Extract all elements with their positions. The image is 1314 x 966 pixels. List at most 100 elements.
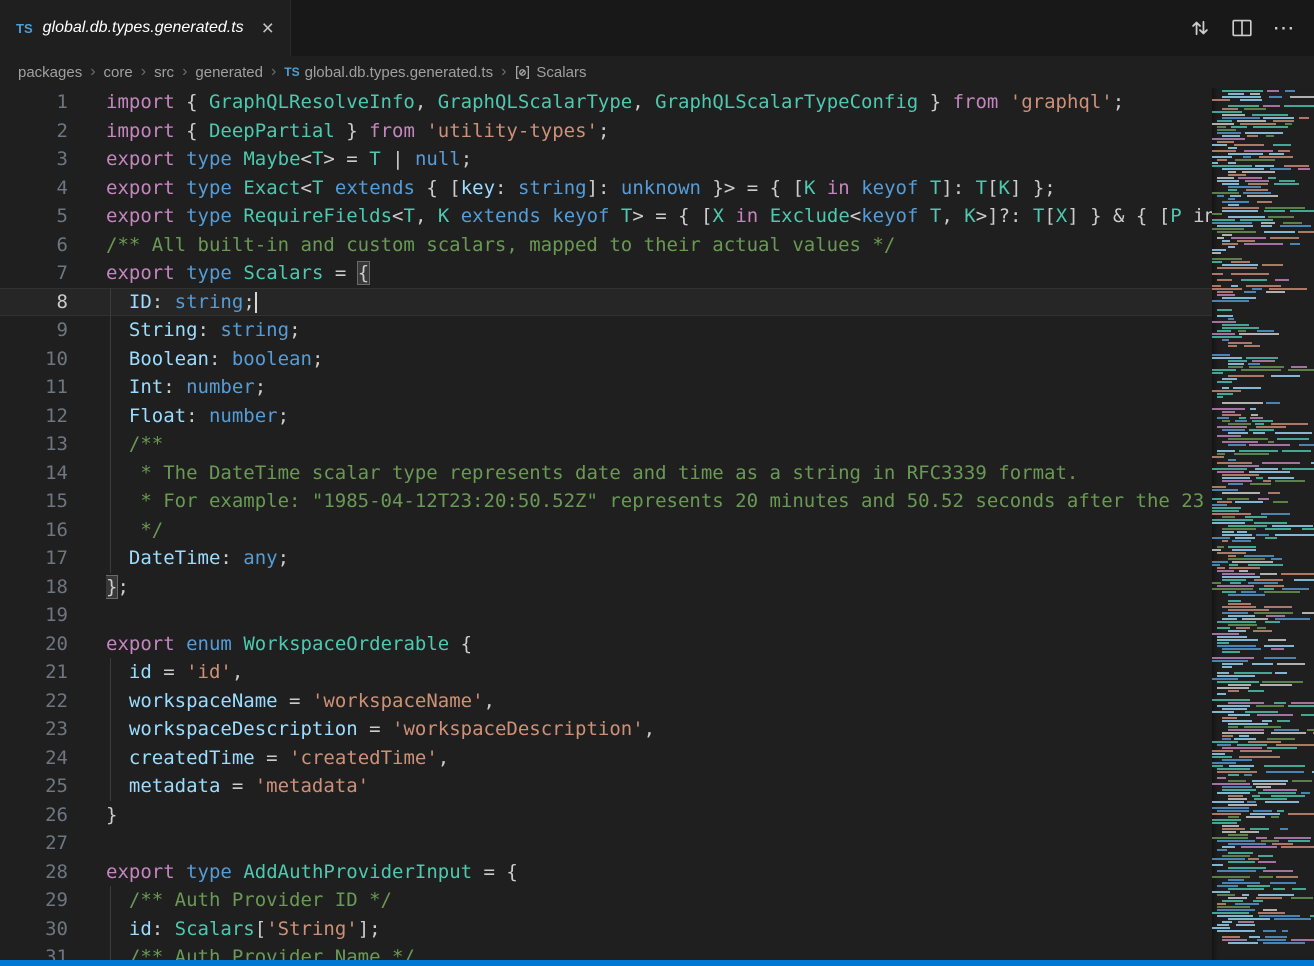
line-number[interactable]: 24	[0, 744, 68, 773]
minimap-line	[1212, 93, 1314, 95]
minimap-line	[1212, 123, 1314, 125]
line-number[interactable]: 2	[0, 117, 68, 146]
code-token	[609, 205, 620, 227]
line-number[interactable]: 31	[0, 943, 68, 960]
code-line[interactable]: 29 /** Auth Provider ID */	[0, 886, 1212, 915]
breadcrumb-item-scalars[interactable]: Scalars	[514, 64, 586, 81]
line-number[interactable]: 1	[0, 88, 68, 117]
code-line[interactable]: 7export type Scalars = {	[0, 259, 1212, 288]
line-number[interactable]: 22	[0, 687, 68, 716]
line-number[interactable]: 25	[0, 772, 68, 801]
minimap-line	[1212, 717, 1314, 719]
line-number[interactable]: 6	[0, 231, 68, 260]
line-number[interactable]: 16	[0, 516, 68, 545]
line-number[interactable]: 20	[0, 630, 68, 659]
code-token: T	[621, 205, 632, 227]
line-number[interactable]: 10	[0, 345, 68, 374]
code-line[interactable]: 11 Int: number;	[0, 373, 1212, 402]
editor-actions: ⋯	[1184, 0, 1314, 56]
code-token: /** All built-in and custom scalars, map…	[106, 234, 895, 256]
code-line[interactable]: 13 /**	[0, 430, 1212, 459]
compare-changes-icon[interactable]	[1184, 12, 1216, 44]
minimap-line	[1212, 879, 1314, 881]
line-number[interactable]: 19	[0, 601, 68, 630]
line-number[interactable]: 27	[0, 829, 68, 858]
code-line[interactable]: 22 workspaceName = 'workspaceName',	[0, 687, 1212, 716]
code-editor[interactable]: 1import { GraphQLResolveInfo, GraphQLSca…	[0, 88, 1212, 960]
line-number[interactable]: 3	[0, 145, 68, 174]
code-token: :	[152, 291, 175, 313]
minimap-line	[1212, 513, 1314, 515]
tab-global-db-types-generated-ts[interactable]: TS global.db.types.generated.ts ×	[0, 0, 291, 56]
minimap-line	[1212, 498, 1314, 500]
code-line[interactable]: 2import { DeepPartial } from 'utility-ty…	[0, 117, 1212, 146]
line-number[interactable]: 23	[0, 715, 68, 744]
line-number[interactable]: 8	[0, 288, 68, 317]
code-line[interactable]: 3export type Maybe<T> = T | null;	[0, 145, 1212, 174]
line-number[interactable]: 15	[0, 487, 68, 516]
line-number[interactable]: 29	[0, 886, 68, 915]
minimap-line	[1212, 747, 1314, 749]
line-number[interactable]: 26	[0, 801, 68, 830]
breadcrumb-item-packages[interactable]: packages	[18, 64, 82, 81]
line-number[interactable]: 9	[0, 316, 68, 345]
minimap-line	[1212, 714, 1314, 716]
code-line[interactable]: 14 * The DateTime scalar type represents…	[0, 459, 1212, 488]
code-line[interactable]: 4export type Exact<T extends { [key: str…	[0, 174, 1212, 203]
indent-guide	[110, 886, 111, 915]
code-token: 'graphql'	[1010, 91, 1113, 113]
code-line[interactable]: 15 * For example: "1985-04-12T23:20:50.5…	[0, 487, 1212, 516]
line-number[interactable]: 5	[0, 202, 68, 231]
code-token: number	[209, 405, 278, 427]
code-line[interactable]: 1import { GraphQLResolveInfo, GraphQLSca…	[0, 88, 1212, 117]
line-number[interactable]: 28	[0, 858, 68, 887]
code-line[interactable]: 6 /** All built-in and custom scalars, ma…	[0, 231, 1212, 260]
minimap-line	[1212, 798, 1314, 800]
code-line[interactable]: 18};	[0, 573, 1212, 602]
breadcrumb-separator: ›	[182, 63, 187, 81]
code-line[interactable]: 12 Float: number;	[0, 402, 1212, 431]
minimap-line	[1212, 729, 1314, 731]
breadcrumb-item-src[interactable]: src	[154, 64, 174, 81]
line-number[interactable]: 7	[0, 259, 68, 288]
line-number[interactable]: 21	[0, 658, 68, 687]
code-token: ]:	[587, 177, 621, 199]
breadcrumb-item-generated[interactable]: generated	[195, 64, 263, 81]
code-line[interactable]: 23 workspaceDescription = 'workspaceDesc…	[0, 715, 1212, 744]
code-line[interactable]: 10 Boolean: boolean;	[0, 345, 1212, 374]
breadcrumb[interactable]: packages›core›src›generated›TSglobal.db.…	[0, 56, 1314, 88]
code-line[interactable]: 19	[0, 601, 1212, 630]
code-line[interactable]: 5export type RequireFields<T, K extends …	[0, 202, 1212, 231]
code-line[interactable]: 21 id = 'id',	[0, 658, 1212, 687]
code-line[interactable]: 31 /** Auth Provider Name */	[0, 943, 1212, 960]
line-number[interactable]: 14	[0, 459, 68, 488]
code-line[interactable]: 28export type AddAuthProviderInput = {	[0, 858, 1212, 887]
line-number[interactable]: 13	[0, 430, 68, 459]
code-line[interactable]: 25 metadata = 'metadata'	[0, 772, 1212, 801]
line-number[interactable]: 11	[0, 373, 68, 402]
code-line[interactable]: 17 DateTime: any;	[0, 544, 1212, 573]
code-line[interactable]: 30 id: Scalars['String'];	[0, 915, 1212, 944]
line-number[interactable]: 18	[0, 573, 68, 602]
minimap-line	[1212, 282, 1314, 284]
code-line[interactable]: 16 */	[0, 516, 1212, 545]
minimap-line	[1212, 528, 1314, 530]
line-number[interactable]: 30	[0, 915, 68, 944]
code-token	[232, 205, 243, 227]
code-line[interactable]: 9 String: string;	[0, 316, 1212, 345]
line-number[interactable]: 17	[0, 544, 68, 573]
tab-close-icon[interactable]: ×	[262, 18, 274, 39]
code-line[interactable]: 24 createdTime = 'createdTime',	[0, 744, 1212, 773]
split-editor-icon[interactable]	[1226, 12, 1258, 44]
code-line[interactable]: 26}	[0, 801, 1212, 830]
code-line[interactable]: 8 ID: string;	[0, 288, 1212, 317]
code-text: Float: number;	[106, 402, 1212, 431]
code-line[interactable]: 20export enum WorkspaceOrderable {	[0, 630, 1212, 659]
breadcrumb-item-global-db-types-generated-ts[interactable]: TSglobal.db.types.generated.ts	[284, 64, 493, 81]
breadcrumb-item-core[interactable]: core	[104, 64, 133, 81]
minimap[interactable]	[1212, 88, 1314, 960]
code-line[interactable]: 27	[0, 829, 1212, 858]
line-number[interactable]: 12	[0, 402, 68, 431]
more-actions-icon[interactable]: ⋯	[1268, 12, 1300, 44]
line-number[interactable]: 4	[0, 174, 68, 203]
